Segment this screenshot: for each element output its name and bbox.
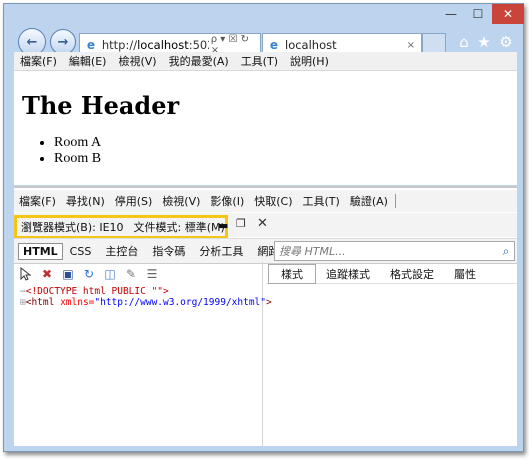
ie-logo-icon: e [269,38,279,52]
minimize-devtools-icon[interactable]: ▬ [218,219,228,232]
document-mode-selector[interactable]: 文件模式: 標準(M) [134,219,225,235]
tree-row[interactable]: ⋯<!DOCTYPE html PUBLIC ""> [20,286,260,297]
menu-view[interactable]: 檢視(V) [112,53,162,69]
star-icon[interactable]: ★ [476,33,492,51]
clear-icon[interactable]: ✖ [38,266,56,282]
select-element-icon[interactable] [17,266,35,282]
home-icon[interactable]: ⌂ [456,33,472,51]
tab-attributes[interactable]: 屬性 [444,266,486,282]
arrow-right-icon: → [57,34,69,50]
list-item: Room A [54,135,101,151]
refresh-icon[interactable]: ↻ [80,266,98,282]
arrow-left-icon: ← [26,34,38,50]
html-search-input[interactable]: 搜尋 HTML... ⌕ [274,241,515,261]
close-window-button[interactable]: ✕ [492,4,524,24]
menu-help[interactable]: 說明(H) [284,53,335,69]
tree-row[interactable]: ⊞<html xmlns="http://www.w3.org/1999/xht… [20,297,272,308]
search-icon[interactable]: ⌕ [498,244,514,259]
menu-tools[interactable]: 工具(T) [235,53,284,69]
dom-icon[interactable]: ◫ [101,266,119,282]
dom-tree: ⋯<!DOCTYPE html PUBLIC ""> ⊞<html xmlns=… [20,286,272,308]
html-tag-open: <html [25,297,61,308]
mode-highlight-box: 瀏覽器模式(B): IE10 文件模式: 標準(M) [14,215,228,239]
attr-value: "http://www.w3.org/1999/xhtml" [94,297,266,308]
tab-title: localhost [285,38,337,52]
devtools-menu-images[interactable]: 影像(I) [205,193,249,209]
devtools-menu-disable[interactable]: 停用(S) [110,193,158,209]
word-wrap-icon[interactable]: ☰ [143,266,161,282]
developer-tools-panel: 檔案(F) 尋找(N) 停用(S) 檢視(V) 影像(I) 快取(C) 工具(T… [14,186,517,446]
devtools-tabs: HTML CSS 主控台 指令碼 分析工具 網路 搜尋 HTML... ⌕ [14,238,517,264]
tab-layout[interactable]: 格式設定 [380,266,444,282]
save-icon[interactable]: ▣ [59,266,77,282]
browser-menu-bar: 檔案(F) 編輯(E) 檢視(V) 我的最愛(A) 工具(T) 說明(H) [14,52,517,71]
search-placeholder: 搜尋 HTML... [279,245,346,258]
close-devtools-icon[interactable]: ✕ [257,216,268,231]
tab-close-icon[interactable]: × [407,40,415,51]
popout-icon[interactable]: ❐ [236,217,246,230]
room-list: Room A Room B [14,135,101,167]
devtools-menu-view[interactable]: 檢視(V) [157,193,205,209]
devtools-menu-tools[interactable]: 工具(T) [298,193,345,209]
tab-console[interactable]: 主控台 [98,243,145,259]
tab-html[interactable]: HTML [18,242,63,260]
tab-style[interactable]: 樣式 [268,264,316,284]
page-content: The Header Room A Room B [14,71,517,185]
browser-mode-selector[interactable]: 瀏覽器模式(B): IE10 [21,219,124,235]
tab-trace-styles[interactable]: 追蹤樣式 [316,266,380,282]
tab-css[interactable]: CSS [63,245,99,258]
menu-separator [394,194,396,208]
devtools-menu-validate[interactable]: 驗證(A) [345,193,393,209]
devtools-menu-cache[interactable]: 快取(C) [249,193,297,209]
tab-script[interactable]: 指令碼 [145,243,192,259]
menu-edit[interactable]: 編輯(E) [63,53,113,69]
html-toolbar: ✖ ▣ ↻ ◫ ✎ ☰ [14,265,262,283]
doctype-text: <!DOCTYPE html PUBLIC ""> [25,286,169,297]
menu-file[interactable]: 檔案(F) [14,53,63,69]
maximize-button[interactable]: ☐ [465,4,491,24]
devtools-menu-file[interactable]: 檔案(F) [14,193,61,209]
edit-icon[interactable]: ✎ [122,266,140,282]
tab-profiler[interactable]: 分析工具 [192,243,250,259]
style-tabs: 樣式 追蹤樣式 格式設定 屬性 [266,264,517,284]
gear-icon[interactable]: ⚙ [498,33,514,51]
page-header: The Header [22,91,180,120]
devtools-menu-bar: 檔案(F) 尋找(N) 停用(S) 檢視(V) 影像(I) 快取(C) 工具(T… [14,190,517,212]
attr-name: xmlns= [60,297,95,308]
pane-divider[interactable] [262,262,263,446]
menu-favorites[interactable]: 我的最愛(A) [163,53,235,69]
minimize-button[interactable]: — [438,4,464,24]
address-url[interactable]: http://localhost:5029/I [102,38,209,52]
html-tag-close: > [265,297,272,308]
ie-logo-icon: e [86,37,95,52]
devtools-mode-bar: 瀏覽器模式(B): IE10 文件模式: 標準(M) ▬ ❐ ✕ [14,213,517,239]
devtools-menu-find[interactable]: 尋找(N) [61,193,110,209]
list-item: Room B [54,151,101,167]
